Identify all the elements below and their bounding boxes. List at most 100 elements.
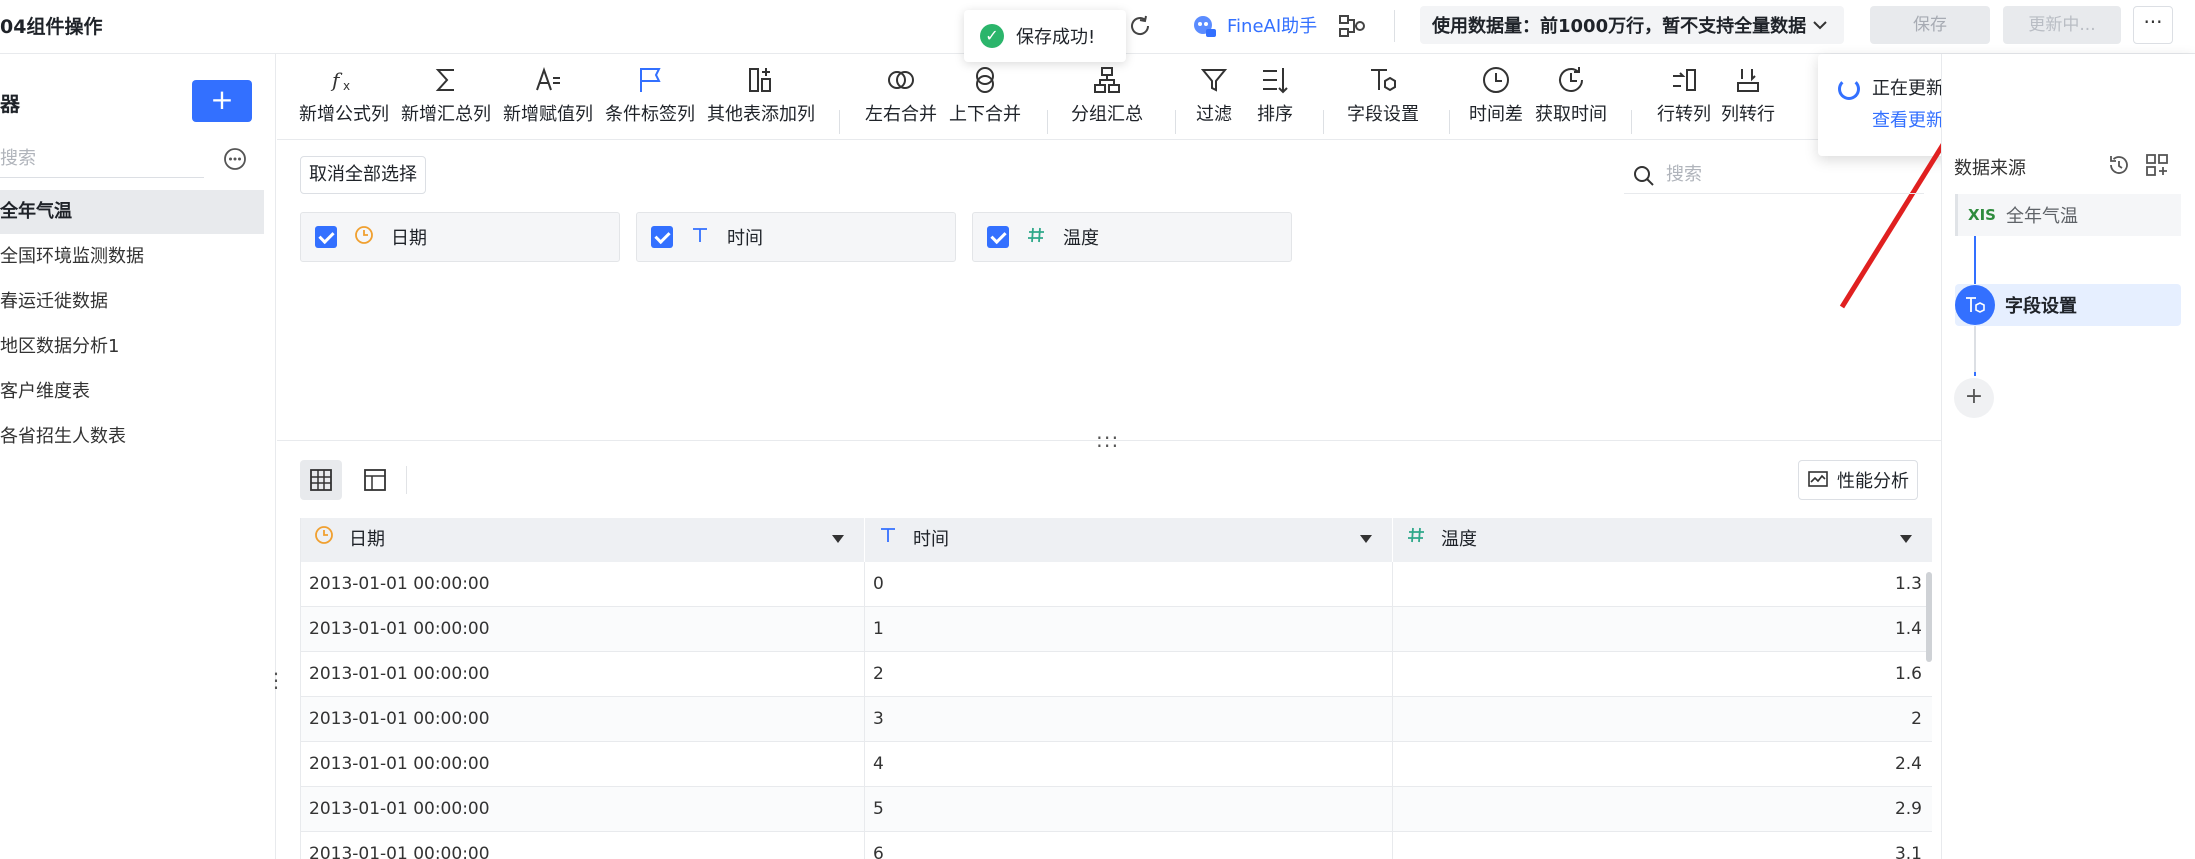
new-summary-column-button[interactable]: 新增汇总列 — [401, 64, 491, 126]
step-connector — [1974, 326, 1976, 372]
tool-label: 列转行 — [1721, 104, 1775, 125]
data-limit-label: 使用数据量：前1000万行，暂不支持全量数据 — [1432, 16, 1807, 37]
data-source-item[interactable]: XIS 全年气温 — [1955, 194, 2181, 236]
table-row[interactable]: 2013-01-01 00:00:00 0 1.3 — [301, 562, 1932, 607]
table-cell: 2013-01-01 00:00:00 — [301, 697, 865, 742]
vertical-merge-button[interactable]: 上下合并 — [949, 64, 1021, 126]
table-row[interactable]: 2013-01-01 00:00:00 3 2 — [301, 697, 1932, 742]
performance-analysis-button[interactable]: 性能分析 — [1798, 460, 1918, 500]
column-to-row-button[interactable]: 列转行 — [1721, 64, 1775, 126]
field-search[interactable] — [1624, 156, 1924, 194]
chevron-down-icon — [1813, 21, 1827, 30]
table-view-button[interactable] — [354, 460, 396, 500]
more-icon[interactable] — [222, 146, 248, 172]
column-label: 时间 — [913, 529, 949, 550]
ai-assistant-label[interactable]: FineAI助手 — [1227, 12, 1317, 38]
field-label: 温度 — [1063, 228, 1099, 249]
table-row[interactable]: 2013-01-01 00:00:00 1 1.4 — [301, 607, 1932, 652]
new-formula-column-button[interactable]: fx 新增公式列 — [299, 64, 389, 126]
table-cell: 0 — [865, 562, 1393, 607]
sigma-icon — [435, 69, 454, 91]
resize-handle[interactable]: ::: — [1096, 428, 1119, 452]
divider — [406, 466, 407, 494]
save-button[interactable]: 保存 — [1870, 6, 1990, 44]
sidebar-item-地区数据分析1[interactable]: 地区数据分析1 — [0, 325, 264, 369]
table-row[interactable]: 2013-01-01 00:00:00 2 1.6 — [301, 652, 1932, 697]
field-settings-button[interactable]: 字段设置 — [1347, 64, 1419, 126]
column-header-time[interactable]: 时间 — [865, 518, 1393, 562]
deselect-all-button[interactable]: 取消全部选择 — [300, 156, 426, 194]
field-card-time[interactable]: 时间 — [636, 212, 956, 262]
sidebar-search[interactable] — [0, 140, 204, 178]
history-icon[interactable] — [2106, 152, 2132, 178]
column-label: 温度 — [1441, 529, 1477, 550]
refresh-icon[interactable] — [1124, 10, 1156, 42]
group-summary-button[interactable]: 分组汇总 — [1071, 64, 1143, 126]
sort-button[interactable]: 排序 — [1257, 64, 1293, 126]
column-to-row-icon — [1737, 69, 1759, 92]
table-scrollbar[interactable] — [1926, 572, 1932, 662]
checkbox-icon[interactable] — [987, 226, 1009, 248]
get-time-button[interactable]: 获取时间 — [1535, 64, 1607, 126]
row-to-column-icon — [1673, 69, 1696, 91]
tool-label: 其他表添加列 — [707, 104, 815, 125]
tool-label: 行转列 — [1657, 104, 1711, 125]
add-button[interactable]: + — [192, 80, 252, 122]
app-title: 04组件操作 — [0, 16, 103, 38]
condition-tag-column-button[interactable]: 条件标签列 — [605, 64, 695, 126]
data-limit-select[interactable]: 使用数据量：前1000万行，暂不支持全量数据 — [1420, 6, 1844, 44]
checkbox-icon[interactable] — [315, 226, 337, 248]
grid-icon — [310, 469, 332, 491]
tool-label: 排序 — [1257, 104, 1293, 125]
field-search-input[interactable] — [1666, 156, 1916, 192]
field-label: 日期 — [391, 228, 427, 249]
filter-button[interactable]: 过滤 — [1196, 64, 1232, 126]
search-icon — [1634, 166, 1654, 186]
layout-icon[interactable] — [2144, 152, 2170, 178]
performance-label: 性能分析 — [1837, 471, 1909, 492]
add-column-from-table-button[interactable]: 其他表添加列 — [707, 64, 815, 126]
sidebar-item-客户维度表[interactable]: 客户维度表 — [0, 370, 264, 414]
sidebar-item-label: 地区数据分析1 — [0, 336, 120, 357]
ai-assistant-icon[interactable] — [1190, 11, 1220, 41]
column-header-date[interactable]: 日期 — [301, 518, 865, 562]
tool-label: 字段设置 — [1347, 104, 1419, 125]
clock-icon — [313, 518, 335, 562]
flag-icon — [640, 68, 661, 92]
column-header-temperature[interactable]: 温度 — [1393, 518, 1932, 562]
divider — [1631, 110, 1632, 134]
sidebar-item-各省招生人数表[interactable]: 各省招生人数表 — [0, 415, 264, 459]
new-assign-column-button[interactable]: 新增赋值列 — [503, 64, 593, 126]
sidebar-heading: 器 — [0, 92, 20, 116]
assign-icon — [536, 66, 560, 91]
add-step-button[interactable]: + — [1954, 378, 1994, 418]
time-diff-button[interactable]: 时间差 — [1469, 64, 1523, 126]
checkbox-icon[interactable] — [651, 226, 673, 248]
table-cell: 3.1 — [1393, 832, 1932, 859]
table-row[interactable]: 2013-01-01 00:00:00 4 2.4 — [301, 742, 1932, 787]
chevron-down-icon[interactable] — [1900, 535, 1912, 543]
table-cell: 2 — [865, 652, 1393, 697]
more-button[interactable]: ··· — [2133, 6, 2173, 44]
grid-view-button[interactable] — [300, 460, 342, 500]
table-row[interactable]: 2013-01-01 00:00:00 6 3.1 — [301, 832, 1932, 859]
clock-icon — [353, 225, 375, 250]
merge-horizontal-icon — [888, 71, 914, 89]
chevron-down-icon[interactable] — [1360, 535, 1372, 543]
row-to-column-button[interactable]: 行转列 — [1657, 64, 1711, 126]
table-row[interactable]: 2013-01-01 00:00:00 5 2.9 — [301, 787, 1932, 832]
horizontal-merge-button[interactable]: 左右合并 — [865, 64, 937, 126]
sidebar-resize-handle[interactable]: ⋮ — [266, 668, 286, 692]
field-card-date[interactable]: 日期 — [300, 212, 620, 262]
step-field-settings[interactable]: 字段设置 — [1955, 284, 2181, 326]
field-card-temperature[interactable]: 温度 — [972, 212, 1292, 262]
sidebar-search-input[interactable] — [0, 140, 200, 176]
sidebar-item-春运迁徙数据[interactable]: 春运迁徙数据 — [0, 280, 264, 324]
update-button[interactable]: 更新中... — [2003, 6, 2121, 44]
sidebar-item-全年气温[interactable]: 全年气温 — [0, 190, 264, 234]
chevron-down-icon[interactable] — [832, 535, 844, 543]
flow-icon[interactable] — [1336, 10, 1368, 42]
sidebar-item-全国环境监测数据[interactable]: 全国环境监测数据 — [0, 235, 264, 279]
table-cell: 2013-01-01 00:00:00 — [301, 832, 865, 859]
data-source-label: 全年气温 — [2005, 206, 2078, 227]
